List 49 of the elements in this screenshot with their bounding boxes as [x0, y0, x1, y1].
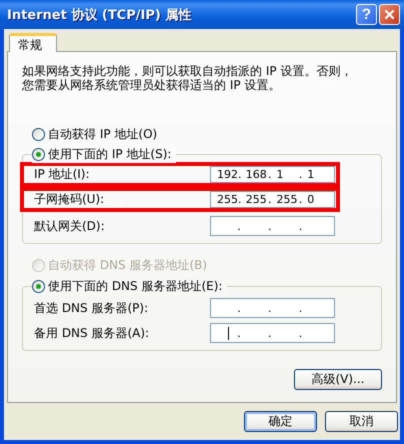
octet-dot: . — [298, 326, 302, 340]
octet-dot: . — [237, 220, 241, 232]
octet-text: 1 — [276, 168, 284, 181]
field-label: 备用 DNS 服务器(A): — [34, 324, 150, 342]
octet-dot: . — [298, 168, 302, 181]
ip-address-field[interactable]: 255. 255. 255. 0 — [210, 191, 335, 208]
radio-button[interactable] — [32, 128, 45, 140]
ip-address-field[interactable]: . . . — [210, 216, 335, 236]
radio-label: 使用下面的 IP 地址(S): — [48, 146, 172, 162]
octet-dot: . — [237, 302, 241, 314]
field-label: IP 地址(I): — [34, 166, 91, 183]
octet-text: 255 — [217, 193, 238, 206]
field-label: 默认网关(D): — [34, 218, 106, 234]
octet-dot: . — [268, 302, 272, 314]
window-title: Internet 协议 (TCP/IP) 属性 — [7, 6, 192, 24]
help-button[interactable]: ? — [356, 4, 377, 25]
dialog-button[interactable]: 确定 — [244, 411, 317, 432]
octet-dot: . — [268, 220, 272, 232]
radio-button[interactable] — [32, 148, 45, 160]
field-label: 首选 DNS 服务器(P): — [34, 300, 150, 316]
octet-dot: . — [298, 193, 302, 206]
octet-text: 192 — [217, 168, 238, 181]
radio-label: 自动获得 DNS 服务器地址(B) — [48, 256, 208, 274]
dialog-button[interactable]: 高级(V)... — [294, 369, 382, 390]
octet-text: 255 — [276, 193, 298, 206]
octet-text: 255 — [246, 193, 267, 206]
radio-label: 使用下面的 DNS 服务器地址(E): — [48, 278, 222, 294]
octet-dot: . — [237, 326, 241, 340]
octet-dot: . — [238, 193, 242, 206]
field-label: 子网掩码(U): — [34, 191, 106, 208]
close-icon[interactable] — [379, 4, 400, 25]
octet-text: 0 — [307, 193, 314, 206]
ip-address-field[interactable]: . . . — [210, 298, 335, 318]
octet-text: 168 — [246, 168, 267, 181]
octet-dot: . — [268, 326, 272, 340]
tab[interactable]: 常规 — [9, 33, 57, 52]
octet-dot: . — [268, 193, 272, 206]
dialog-button[interactable]: 取消 — [325, 411, 398, 432]
description-text: 您需要从网络系统管理员处获得适当的 IP 设置。 — [22, 78, 280, 92]
radio-button[interactable] — [32, 280, 45, 292]
octet-dot: . — [298, 220, 302, 232]
octet-text: 1 — [307, 168, 314, 181]
ip-address-field[interactable]: 192. 168. 1 . 1 — [210, 166, 335, 183]
radio-label: 自动获得 IP 地址(O) — [48, 126, 158, 142]
octet-dot: . — [298, 302, 302, 314]
octet-dot: . — [268, 168, 272, 181]
octet-dot: . — [238, 168, 242, 181]
description-text: 如果网络支持此功能，则可以获取自动指派的 IP 设置。否则， — [22, 64, 352, 78]
ip-address-field[interactable]: . . . — [210, 323, 335, 343]
